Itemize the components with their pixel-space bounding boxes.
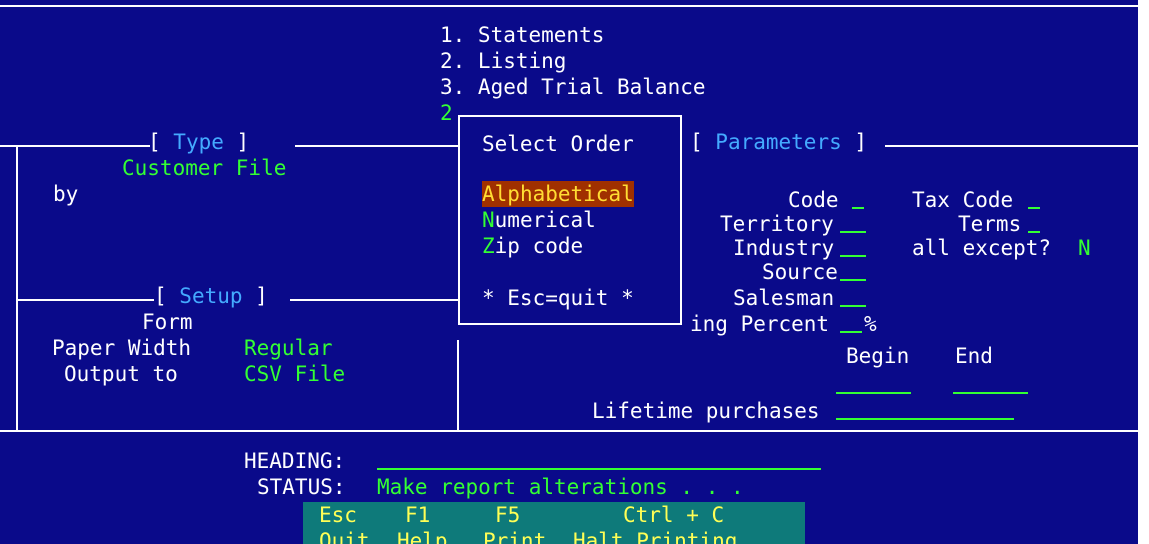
panel-divider-vline <box>457 340 459 432</box>
industry-field[interactable] <box>840 255 866 257</box>
select-order-title: Select Order <box>482 132 634 156</box>
setup-panel-title: [ Setup ] <box>154 284 268 308</box>
fkey-f1[interactable]: F1 <box>405 502 430 528</box>
source-label: Source <box>762 260 838 284</box>
status-label: STATUS: <box>257 475 346 499</box>
fkey-print-label: Print <box>483 529 547 544</box>
menu-item-statements[interactable]: 1. Statements <box>440 22 604 48</box>
salesman-label: Salesman <box>733 286 835 310</box>
type-border-left <box>0 145 150 147</box>
source-field[interactable] <box>840 279 866 281</box>
tax-code-field[interactable] <box>1028 207 1040 209</box>
output-to-value[interactable]: CSV File <box>244 361 345 387</box>
all-except-label: all except? <box>912 236 1052 260</box>
fkey-quit-label: Quit <box>319 529 370 544</box>
status-value: Make report alterations . . . <box>377 475 744 499</box>
terms-field[interactable] <box>1028 231 1040 233</box>
begin-label: Begin <box>846 344 910 368</box>
paper-width-value[interactable]: Regular <box>244 335 333 361</box>
esc-quit-hint: * Esc=quit * <box>482 286 634 310</box>
setup-border-right <box>290 299 458 301</box>
parameters-border-right <box>885 145 1138 147</box>
left-panel-vline <box>16 145 18 430</box>
function-key-bar: Esc Quit F1 Help F5 Print Ctrl + C Halt … <box>303 502 805 544</box>
fkey-f5[interactable]: F5 <box>495 502 520 528</box>
tax-code-label: Tax Code <box>912 188 1014 212</box>
type-value[interactable]: Customer File <box>122 155 286 181</box>
top-border <box>0 5 1138 7</box>
begin-field[interactable] <box>836 392 911 394</box>
territory-field[interactable] <box>840 231 866 233</box>
all-except-value[interactable]: N <box>1078 235 1091 261</box>
heading-label: HEADING: <box>244 449 346 473</box>
option-zip-code[interactable]: Zip code <box>482 233 583 259</box>
menu-selection-input[interactable]: 2 <box>440 100 453 126</box>
option-numerical[interactable]: Numerical <box>482 207 596 233</box>
code-field[interactable] <box>852 207 864 209</box>
panels-bottom-border <box>0 430 1138 432</box>
fkey-halt-printing-label: Halt Printing <box>573 529 738 544</box>
fkey-esc[interactable]: Esc <box>319 502 357 528</box>
output-to-label: Output to <box>64 362 178 386</box>
menu-item-listing[interactable]: 2. Listing <box>440 48 566 74</box>
type-border-right <box>295 145 458 147</box>
fkey-help-label: Help <box>397 529 448 544</box>
lifetime-purchases-field[interactable] <box>836 418 1014 420</box>
end-field[interactable] <box>953 392 1028 394</box>
salesman-field[interactable] <box>840 305 866 307</box>
percent-label: ing Percent <box>690 312 830 336</box>
select-order-popup: Select Order Alphabetical Numerical Zip … <box>458 115 682 325</box>
menu-item-aged-trial-balance[interactable]: 3. Aged Trial Balance <box>440 74 706 100</box>
paper-width-label: Paper Width <box>52 336 192 360</box>
terminal-screen: 1. Statements 2. Listing 3. Aged Trial B… <box>0 0 1138 544</box>
option-alphabetical[interactable]: Alphabetical <box>482 181 634 207</box>
percent-field[interactable] <box>840 331 862 333</box>
fkey-ctrl-c[interactable]: Ctrl + C <box>623 502 724 528</box>
heading-field[interactable] <box>377 468 821 470</box>
industry-label: Industry <box>733 236 835 260</box>
setup-border-left <box>16 299 154 301</box>
code-label: Code <box>788 188 839 212</box>
end-label: End <box>955 344 993 368</box>
type-panel-title: [ Type ] <box>148 130 250 154</box>
parameters-panel-title: [ Parameters ] <box>690 130 868 154</box>
percent-sign: % <box>864 312 877 336</box>
form-label: Form <box>142 310 193 334</box>
territory-label: Territory <box>720 212 834 236</box>
by-label: by <box>53 182 79 206</box>
terms-label: Terms <box>958 212 1022 236</box>
right-edge-bar <box>1138 0 1149 544</box>
lifetime-purchases-label: Lifetime purchases <box>592 399 820 423</box>
